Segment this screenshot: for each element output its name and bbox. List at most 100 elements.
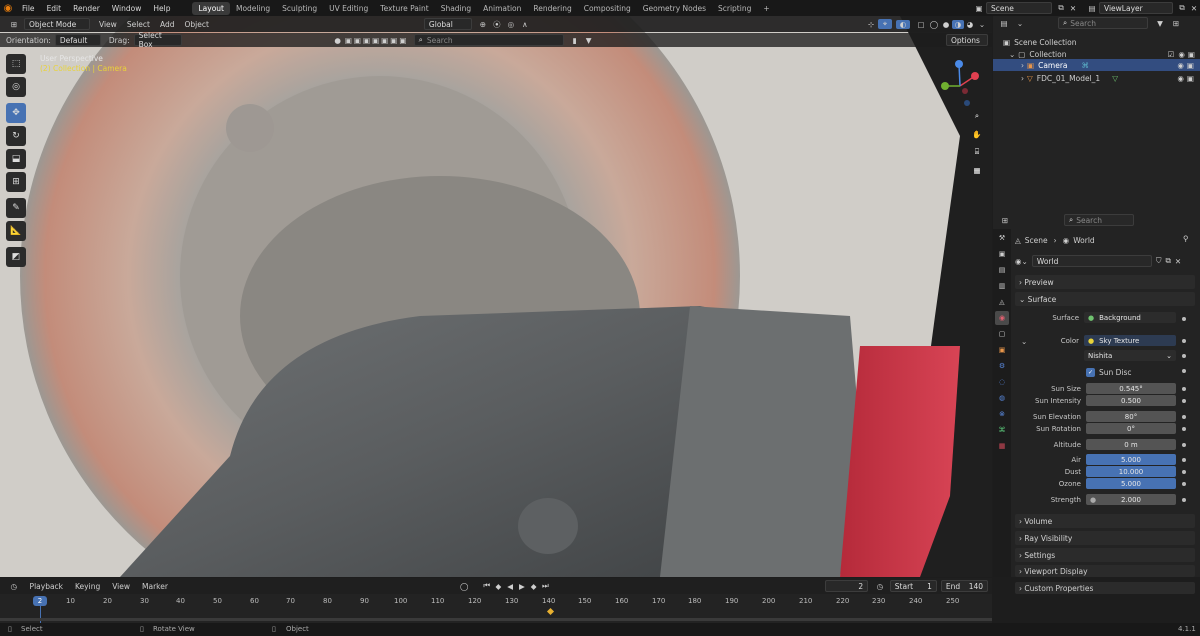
constraints-tab-icon[interactable]: ⊗ [995,407,1009,421]
pan-hand-icon[interactable]: ✋ [970,127,984,141]
rotate-tool-icon[interactable]: ↻ [6,126,26,146]
model-render-icon[interactable]: ▣ [1187,74,1194,83]
view-layer-field[interactable]: ViewLayer [1099,2,1173,14]
start-frame-field[interactable]: Start 1 [889,580,937,592]
section-preview[interactable]: › Preview [1015,275,1195,289]
texture-tab-icon[interactable]: ▦ [995,439,1009,453]
duplicate-world-icon[interactable]: ⧉ [1165,256,1170,266]
tool-tab-icon[interactable]: ⚒ [995,231,1009,245]
fake-user-icon[interactable]: ⛉ [1156,256,1162,266]
blender-logo-icon[interactable]: ◉ [0,0,16,16]
filter-icon[interactable]: ● [332,36,344,45]
record-icon[interactable]: ◯ [457,582,471,591]
altitude-field[interactable]: 0 m [1086,439,1176,450]
timeline-menu-view[interactable]: View [106,582,136,591]
outliner-editor-icon[interactable]: ▤ [996,19,1012,28]
editor-type-icon[interactable]: ⊞ [4,20,24,29]
snap-icon[interactable]: ⦿ [490,19,504,30]
bookmark-icon[interactable]: ▮ [568,36,582,45]
workspace-tab-animation[interactable]: Animation [477,2,527,15]
end-frame-field[interactable]: End 140 [940,580,989,592]
view-layer-icon[interactable]: ▤ [1085,4,1099,13]
camera-view-icon[interactable]: ⌸ [970,145,984,159]
cursor-tool-icon[interactable]: ◎ [6,77,26,97]
shading-options-icon[interactable]: ⌄ [976,20,988,29]
keyframe-dot[interactable] [1182,354,1186,358]
measure-tool-icon[interactable]: 📐 [6,221,26,241]
gizmo-toggle-icon[interactable]: ⌖ [878,19,892,29]
sun-intensity-field[interactable]: 0.500 [1086,395,1176,406]
camera-render-icon[interactable]: ▣ [1187,61,1194,70]
transform-orientation-dropdown[interactable]: Global [423,18,472,30]
mode-selector[interactable]: Object Mode [24,18,90,30]
falloff-icon[interactable]: ∧ [518,20,532,29]
timeline-scrollbar[interactable] [0,618,992,621]
section-volume[interactable]: › Volume [1015,514,1195,528]
proportional-editing-icon[interactable]: ◎ [504,20,518,29]
funnel-icon[interactable]: ▼ [582,36,596,45]
perspective-toggle-icon[interactable]: ▦ [970,163,984,177]
drag-dropdown[interactable]: Select Box [133,31,182,49]
workspace-tab-sculpting[interactable]: Sculpting [276,2,323,15]
properties-editor-icon[interactable]: ⊞ [996,216,1014,225]
play-icon[interactable]: ▶ [516,582,528,591]
data-tab-icon[interactable]: ⌘ [995,423,1009,437]
delete-scene-icon[interactable]: ✕ [1067,4,1079,13]
shading-wireframe-icon[interactable]: ◯ [928,20,940,29]
preview-range-icon[interactable]: ◷ [872,582,888,591]
delete-view-layer-icon[interactable]: ✕ [1188,4,1200,13]
timeline-menu-playback[interactable]: Playback [24,582,69,591]
jump-keyframe-back-icon[interactable]: ◆ [493,582,505,591]
shading-material-icon[interactable]: ◑ [952,19,964,29]
select-tool-icon[interactable]: ⬚ [6,54,26,74]
keyframe-dot[interactable] [1182,458,1186,462]
outliner-row-model[interactable]: › ▽ FDC_01_Model_1 ▽ ◉ ▣ [993,72,1200,84]
view-layer-tab-icon[interactable]: ▥ [995,279,1009,293]
viewport-menu-select[interactable]: Select [122,20,155,29]
viewport-menu-view[interactable]: View [94,20,122,29]
sun-rotation-field[interactable]: 0° [1086,423,1176,434]
workspace-tab-rendering[interactable]: Rendering [527,2,577,15]
3d-viewport[interactable]: ⊞ Object Mode View Select Add Object Glo… [0,16,992,577]
keyframe-dot[interactable] [1182,369,1186,373]
navigation-gizmo[interactable] [935,56,985,116]
object-type-icons[interactable]: ▣▣▣▣▣▣▣ [344,36,410,45]
orientation-dropdown[interactable]: Default [54,34,101,46]
outliner-search-input[interactable]: ⌕ Search [1058,17,1148,29]
sky-type-dropdown[interactable]: Nishita ⌄ [1084,350,1176,361]
pivot-icon[interactable]: ⊕ [476,20,490,29]
workspace-tab-layout[interactable]: Layout [192,1,230,15]
viewport-menu-add[interactable]: Add [155,20,180,29]
add-workspace-icon[interactable]: + [757,2,775,15]
menu-help[interactable]: Help [147,4,176,13]
output-tab-icon[interactable]: ▤ [995,263,1009,277]
unlink-world-icon[interactable]: ✕ [1175,257,1181,266]
section-ray-visibility[interactable]: › Ray Visibility [1015,531,1195,545]
eye-icon[interactable]: ◉ [1178,50,1185,59]
sun-size-field[interactable]: 0.545° [1086,383,1176,394]
shading-rendered-icon[interactable]: ◕ [964,20,976,29]
new-collection-icon[interactable]: ⊞ [1168,19,1184,28]
section-viewport-display[interactable]: › Viewport Display [1015,565,1195,577]
move-tool-icon[interactable]: ✥ [6,103,26,123]
add-cube-tool-icon[interactable]: ◩ [6,247,26,267]
scale-tool-icon[interactable]: ⬓ [6,149,26,169]
menu-file[interactable]: File [16,4,41,13]
dust-field[interactable]: 10.000 [1086,466,1176,477]
keyframe-diamond-icon[interactable] [546,607,555,616]
sun-disc-checkbox[interactable]: ✓ Sun Disc [1086,366,1132,378]
particles-tab-icon[interactable]: ◌ [995,375,1009,389]
shading-solid-icon[interactable]: ● [940,20,952,29]
ozone-field[interactable]: 5.000 [1086,478,1176,489]
keyframe-dot[interactable] [1182,470,1186,474]
model-eye-icon[interactable]: ◉ [1177,74,1184,83]
current-frame-field[interactable]: 2 [824,580,869,592]
scene-tab-icon[interactable]: ◬ [995,295,1009,309]
keyframe-dot[interactable] [1182,427,1186,431]
pin-icon[interactable]: ⚲ [1183,234,1189,243]
keyframe-dot[interactable] [1182,443,1186,447]
keyframe-dot[interactable] [1182,498,1186,502]
outliner-scene-collection[interactable]: ▣ Scene Collection [1003,36,1076,48]
keyframe-dot[interactable] [1182,317,1186,321]
collection-tab-icon[interactable]: ▢ [995,327,1009,341]
